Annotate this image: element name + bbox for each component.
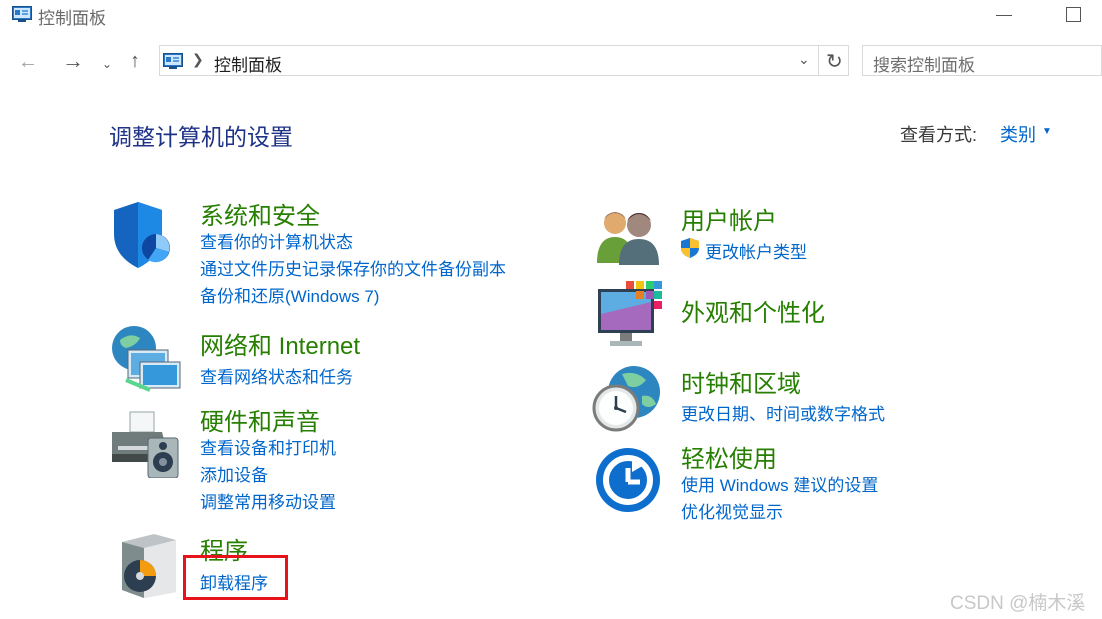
maximize-button[interactable]: [1066, 7, 1081, 22]
users-icon: [597, 212, 659, 265]
up-arrow-icon[interactable]: ↑: [130, 51, 140, 71]
printer-speaker-icon: [112, 411, 179, 478]
link-change-date-time-format[interactable]: 更改日期、时间或数字格式: [681, 400, 885, 425]
link-optimize-visual-display[interactable]: 优化视觉显示: [681, 498, 783, 523]
link-mobility-settings[interactable]: 调整常用移动设置: [200, 488, 336, 513]
link-devices-printers[interactable]: 查看设备和打印机: [200, 434, 336, 459]
search-placeholder[interactable]: 搜索控制面板: [873, 51, 975, 76]
page-title: 调整计算机的设置: [109, 124, 293, 150]
recent-locations-chevron-icon[interactable]: ⌄: [102, 54, 112, 74]
link-network-status[interactable]: 查看网络状态和任务: [200, 363, 353, 388]
forward-arrow-icon[interactable]: →: [62, 50, 84, 72]
link-add-device[interactable]: 添加设备: [200, 461, 268, 486]
ease-of-access-icon: [596, 448, 660, 512]
category-title-network[interactable]: 网络和 Internet: [200, 326, 360, 361]
category-title-system-security[interactable]: 系统和安全: [200, 196, 320, 231]
back-arrow-icon[interactable]: ←: [18, 52, 38, 72]
control-panel-icon: [163, 53, 183, 69]
view-by-dropdown[interactable]: 类别: [1000, 121, 1036, 147]
minimize-button[interactable]: [996, 15, 1012, 16]
link-change-account-type[interactable]: 更改帐户类型: [705, 238, 807, 263]
dropdown-caret-icon[interactable]: ▼: [1042, 126, 1052, 137]
clock-globe-icon: [592, 366, 660, 432]
category-title-user-accounts[interactable]: 用户帐户: [681, 201, 777, 236]
category-title-clock-region[interactable]: 时钟和区域: [681, 364, 801, 399]
watermark-text: CSDN @楠木溪: [950, 593, 1086, 614]
link-view-computer-status[interactable]: 查看你的计算机状态: [200, 228, 353, 253]
annotation-highlight-box: [183, 555, 288, 600]
category-title-appearance[interactable]: 外观和个性化: [681, 293, 825, 328]
breadcrumb[interactable]: 控制面板: [214, 51, 282, 76]
globe-monitors-icon: [112, 326, 181, 392]
breadcrumb-chevron-icon[interactable]: ❯: [192, 51, 204, 68]
view-by-label: 查看方式:: [900, 125, 978, 145]
uac-shield-icon: [681, 238, 699, 258]
window-title: 控制面板: [38, 9, 106, 28]
link-backup-restore[interactable]: 备份和还原(Windows 7): [200, 282, 379, 307]
link-file-history-backup[interactable]: 通过文件历史记录保存你的文件备份副本: [200, 255, 506, 280]
shield-pie-icon: [114, 202, 170, 268]
link-recommended-settings[interactable]: 使用 Windows 建议的设置: [681, 471, 878, 496]
category-title-hardware[interactable]: 硬件和声音: [200, 402, 320, 437]
monitor-palette-icon: [598, 281, 662, 346]
refresh-icon[interactable]: ↻: [826, 49, 843, 74]
software-box-disc-icon: [122, 534, 176, 598]
address-dropdown-chevron-icon[interactable]: ⌄: [798, 51, 810, 68]
control-panel-icon: [12, 6, 32, 22]
category-title-ease-of-access[interactable]: 轻松使用: [681, 439, 777, 474]
